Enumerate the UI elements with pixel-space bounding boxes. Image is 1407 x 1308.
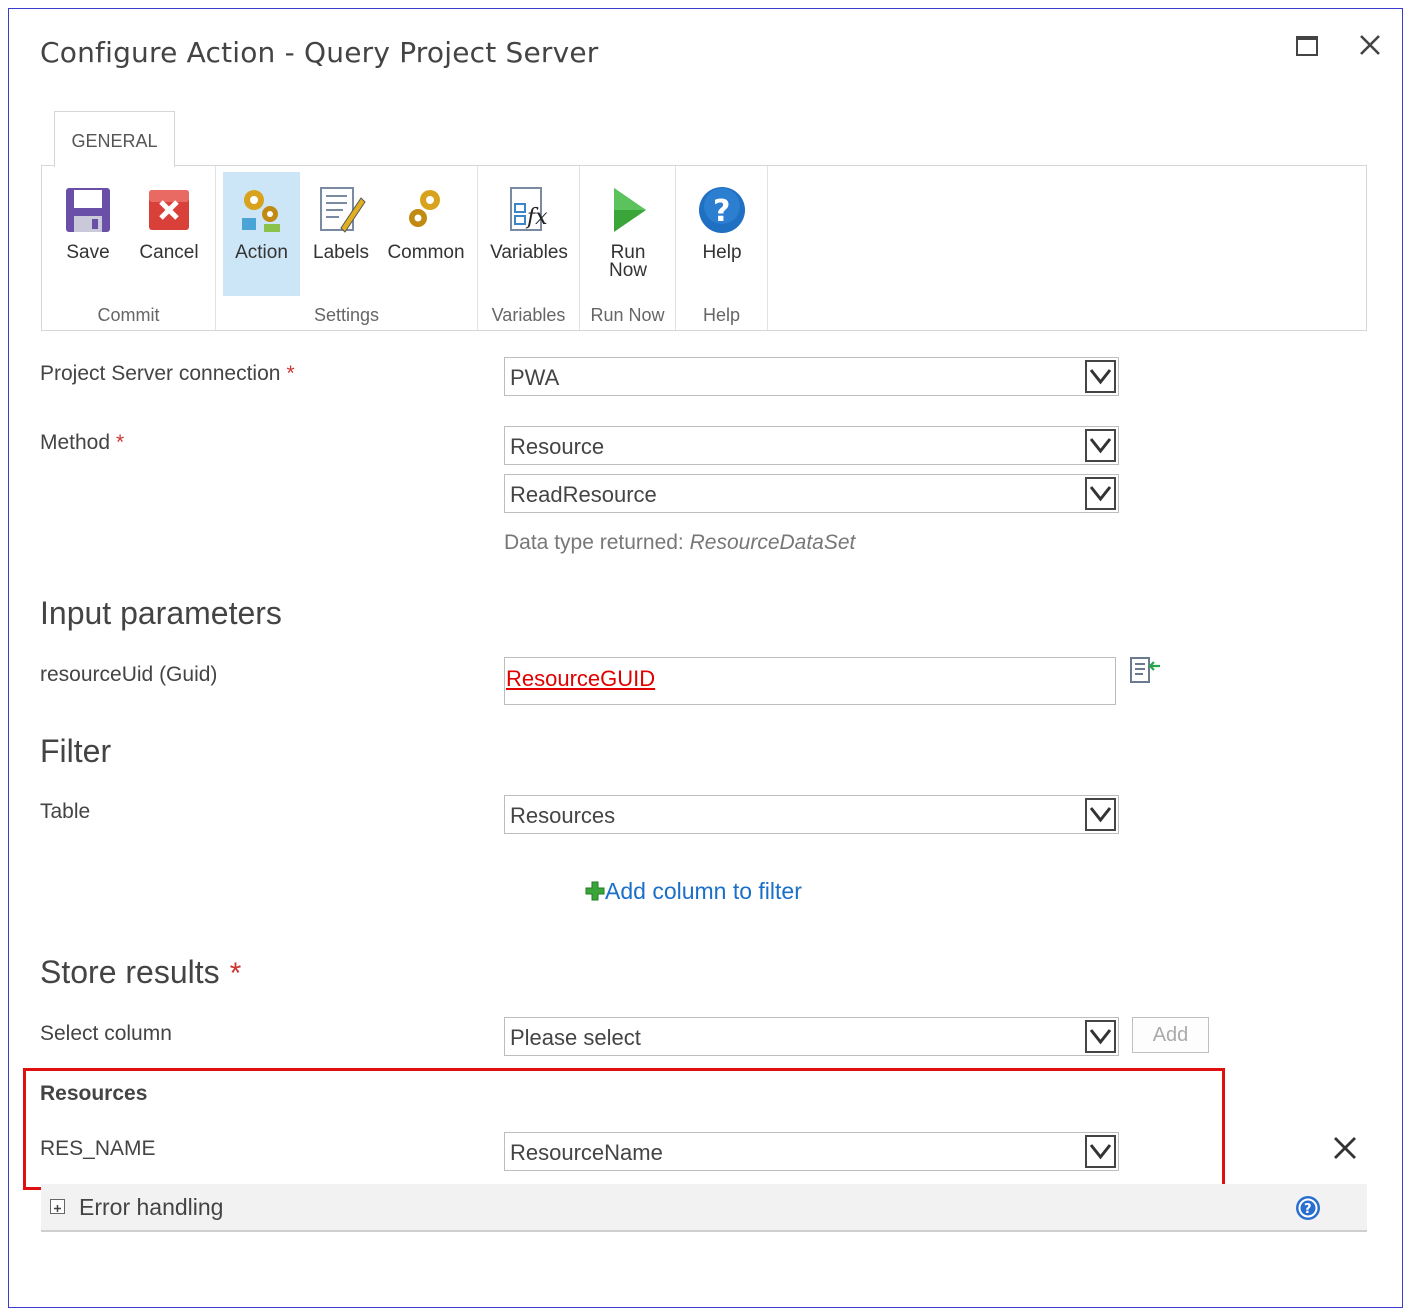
table-select-value: Resources xyxy=(510,803,616,828)
expand-icon[interactable] xyxy=(50,1199,65,1214)
common-gears-icon xyxy=(409,190,440,227)
svg-text:fx: fx xyxy=(525,205,548,230)
select-column-value: Please select xyxy=(510,1025,641,1050)
help-label: Help xyxy=(702,242,742,263)
input-parameters-heading: Input parameters xyxy=(40,595,282,631)
save-icon xyxy=(66,188,110,232)
ribbon-group-run-now: Run Now Run Now xyxy=(580,166,676,330)
ribbon: Save Cancel Commit Action Labels Common … xyxy=(41,165,1367,331)
store-results-text: Store results xyxy=(40,954,220,990)
cancel-label: Cancel xyxy=(139,242,199,263)
table-label: Table xyxy=(40,800,91,823)
required-marker: * xyxy=(116,431,125,454)
help-circle-icon[interactable]: ? xyxy=(1295,1195,1321,1221)
method-operation-select[interactable]: ReadResource xyxy=(504,474,1119,513)
add-button[interactable]: Add xyxy=(1132,1017,1209,1053)
resource-uid-type: (Guid) xyxy=(159,663,218,686)
res-name-select-value: ResourceName xyxy=(510,1140,663,1165)
labels-label: Labels xyxy=(313,242,369,263)
connection-select-value: PWA xyxy=(510,365,560,390)
required-marker: * xyxy=(286,362,295,385)
tab-general[interactable]: GENERAL xyxy=(54,111,175,167)
ribbon-group-help: ? Help Help xyxy=(676,166,768,330)
action-button[interactable]: Action xyxy=(223,172,300,296)
chevron-down-icon xyxy=(1085,360,1116,393)
dialog-title: Configure Action - Query Project Server xyxy=(40,36,599,69)
required-marker: * xyxy=(229,957,242,990)
select-column-select[interactable]: Please select xyxy=(504,1017,1119,1056)
help-button[interactable]: ? Help xyxy=(684,172,760,296)
maximize-icon[interactable] xyxy=(1296,36,1318,56)
resource-uid-label: resourceUid (Guid) xyxy=(40,663,217,687)
group-label-help: Help xyxy=(702,305,741,325)
res-name-label: RES_NAME xyxy=(40,1137,156,1160)
save-label: Save xyxy=(66,242,110,263)
add-column-to-filter-text: Add column to filter xyxy=(605,878,802,904)
variables-button[interactable]: fx Variables xyxy=(484,172,574,296)
chevron-down-icon xyxy=(1085,1020,1116,1053)
labels-button[interactable]: Labels xyxy=(306,172,376,296)
method-label: Method * xyxy=(40,431,124,455)
group-label-settings: Settings xyxy=(313,305,380,325)
run-play-icon xyxy=(614,188,646,232)
data-type-prefix: Data type returned: xyxy=(504,531,684,554)
filter-heading: Filter xyxy=(40,733,112,769)
chevron-down-icon xyxy=(1085,1135,1116,1168)
save-button[interactable]: Save xyxy=(52,172,124,296)
group-label-variables: Variables xyxy=(491,305,566,325)
error-handling-label: Error handling xyxy=(79,1194,224,1220)
run-now-button[interactable]: Run Now xyxy=(588,172,668,296)
chevron-down-icon xyxy=(1085,477,1116,510)
variables-fx-icon: fx xyxy=(510,187,548,231)
remove-mapping-icon[interactable] xyxy=(1332,1134,1358,1162)
plus-icon xyxy=(585,881,605,901)
variables-label: Variables xyxy=(490,242,568,263)
method-select[interactable]: Resource xyxy=(504,426,1119,465)
resource-uid-value: ResourceGUID xyxy=(506,666,656,691)
action-label: Action xyxy=(235,242,288,263)
resource-uid-input[interactable]: ResourceGUID xyxy=(504,657,1116,705)
connection-label: Project Server connection * xyxy=(40,362,295,386)
store-results-heading: Store results * xyxy=(40,954,241,991)
ribbon-group-settings: Action Labels Common Settings xyxy=(216,166,478,330)
chevron-down-icon xyxy=(1085,798,1116,831)
chevron-down-icon xyxy=(1085,429,1116,462)
ribbon-group-variables: fx Variables Variables xyxy=(478,166,580,330)
ribbon-group-commit: Save Cancel Commit xyxy=(42,166,216,330)
common-label: Common xyxy=(387,242,465,263)
method-select-value: Resource xyxy=(510,434,605,459)
connection-label-text: Project Server connection xyxy=(40,362,281,385)
run-now-label-line2: Now xyxy=(608,260,647,281)
cancel-button[interactable]: Cancel xyxy=(130,172,208,296)
data-type-value: ResourceDataSet xyxy=(689,531,856,554)
close-icon[interactable] xyxy=(1357,30,1383,60)
cancel-icon xyxy=(149,190,189,230)
svg-text:?: ? xyxy=(713,194,730,229)
res-name-select[interactable]: ResourceName xyxy=(504,1132,1119,1171)
error-handling-bar[interactable]: Error handling ? xyxy=(41,1184,1367,1232)
method-label-text: Method xyxy=(40,431,111,454)
group-label-commit: Commit xyxy=(97,305,160,325)
connection-select[interactable]: PWA xyxy=(504,357,1119,396)
group-label-run-now: Run Now xyxy=(590,305,665,325)
action-gears-icon xyxy=(241,190,280,232)
run-now-label: Run Now xyxy=(588,243,668,281)
data-type-hint: Data type returned: ResourceDataSet xyxy=(504,531,855,555)
method-operation-value: ReadResource xyxy=(510,482,657,507)
labels-edit-icon xyxy=(320,187,366,233)
select-column-label: Select column xyxy=(40,1022,172,1045)
table-select[interactable]: Resources xyxy=(504,795,1119,834)
resources-heading: Resources xyxy=(40,1082,148,1105)
insert-reference-icon[interactable] xyxy=(1130,657,1162,685)
svg-text:?: ? xyxy=(1304,1202,1312,1217)
add-column-to-filter-link[interactable]: Add column to filter xyxy=(585,878,802,905)
help-question-icon: ? xyxy=(699,187,745,233)
common-button[interactable]: Common xyxy=(382,172,470,296)
resource-uid-name: resourceUid xyxy=(40,663,154,686)
